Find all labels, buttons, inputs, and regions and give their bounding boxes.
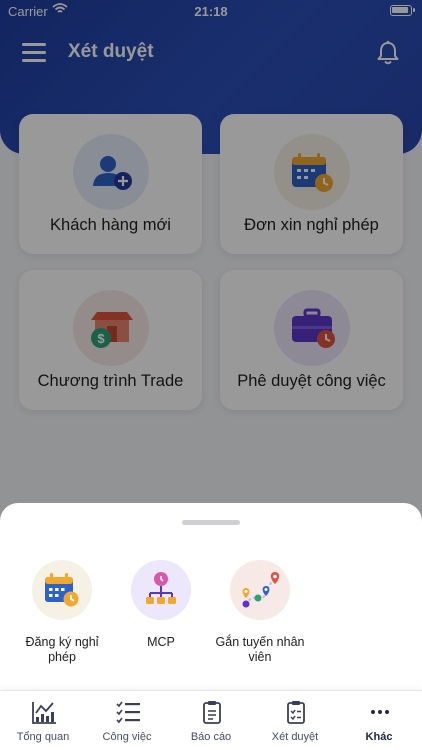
app-screen: Carrier 21:18 Xét duyệt Khách hàng mới Đ… [0,0,422,750]
chart-icon [32,702,56,724]
tab-more[interactable]: Khác [337,699,421,749]
sheet-item-label: Gắn tuyến nhân viên [215,635,305,664]
sheet-item-label: MCP [147,635,175,649]
tab-label: Xét duyệt [271,731,319,743]
tab-label: Khác [365,731,393,743]
tab-overview[interactable]: Tổng quan [1,699,85,749]
tab-reports[interactable]: Báo cáo [169,699,253,749]
clipboard-icon [203,701,221,724]
more-icon [371,710,389,714]
tab-label: Tổng quan [16,731,70,743]
sheet-handle[interactable] [182,520,240,525]
clipboard-check-icon [287,701,305,724]
sheet-item-label: Đăng ký nghỉ phép [25,635,99,664]
route-tree-icon [146,572,176,604]
tab-label: Công việc [102,731,152,743]
route-pins-icon [242,572,280,608]
tab-label: Báo cáo [190,731,232,743]
sheet-icon-circle [131,560,191,620]
tab-approval[interactable]: Xét duyệt [253,699,337,749]
tab-tasks[interactable]: Công việc [85,699,169,749]
sheet-icon-circle [230,560,290,620]
calendar-clock-icon [45,573,79,607]
checklist-icon [116,701,140,724]
sheet-icon-circle [32,560,92,620]
tab-bar: Tổng quan Công việc Báo cáo Xét duyệt Kh… [0,690,422,750]
